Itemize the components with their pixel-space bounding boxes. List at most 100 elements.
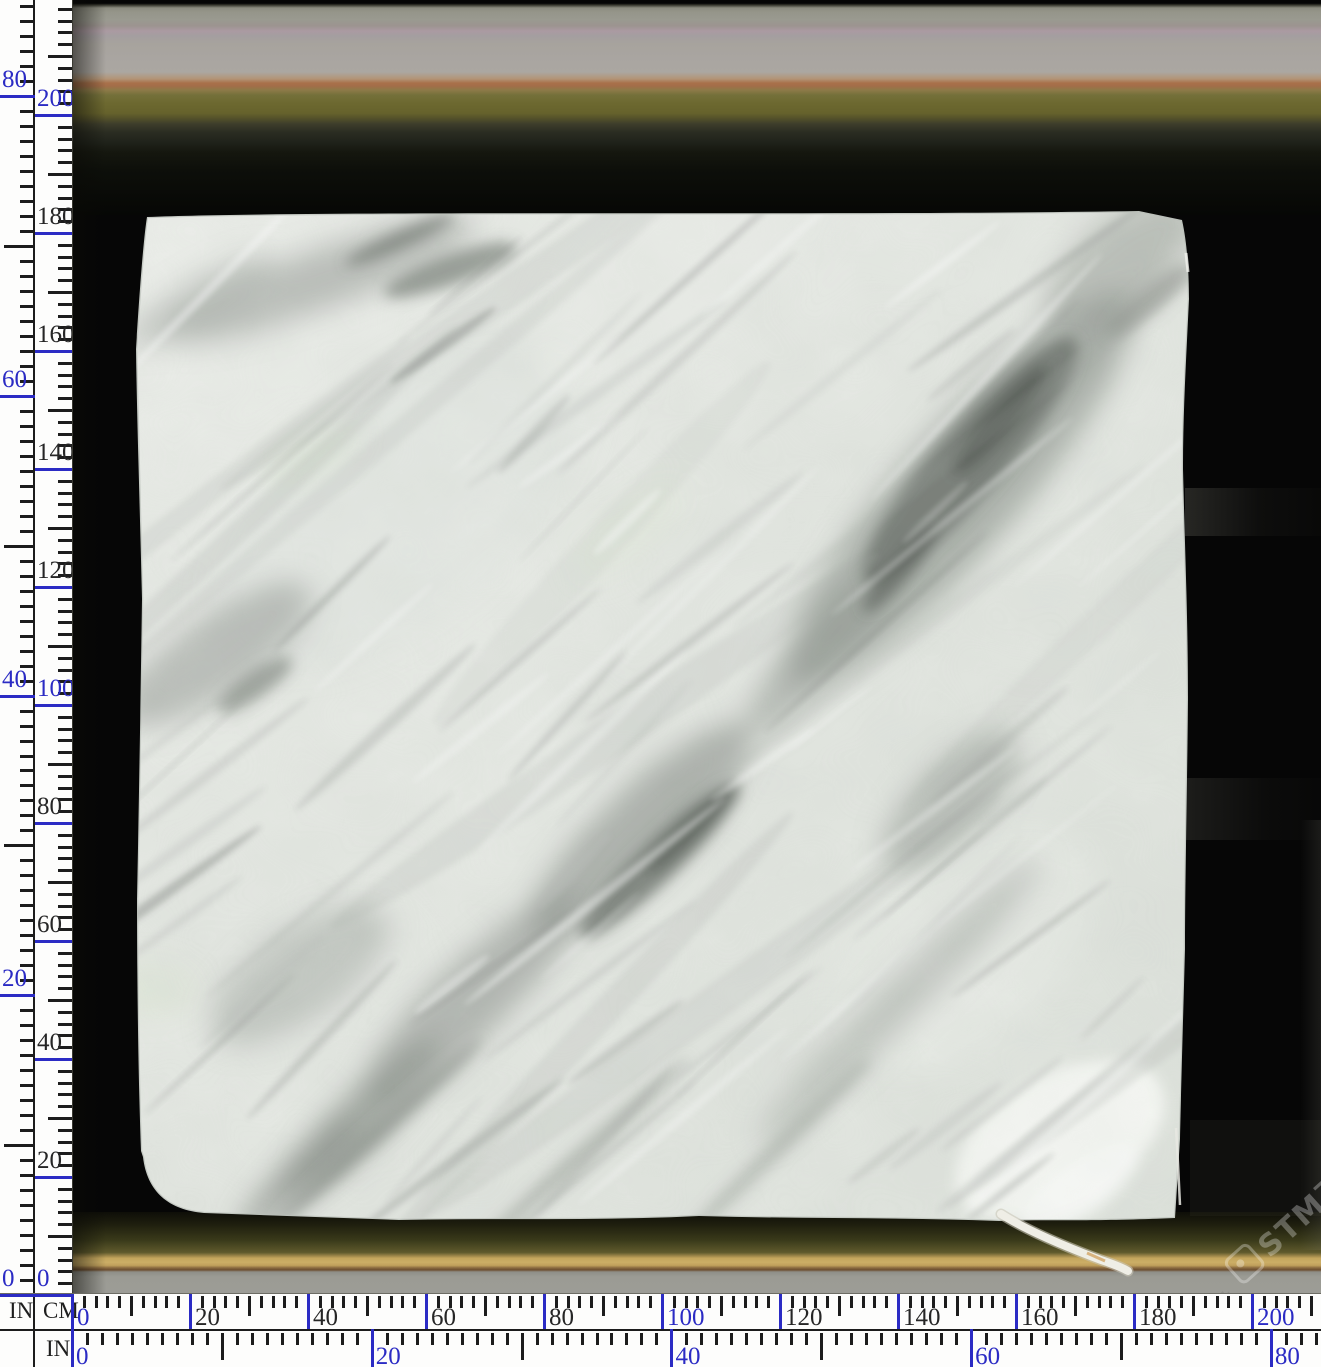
cm-tick-major xyxy=(48,645,72,648)
cm-tick xyxy=(58,315,72,318)
inch-tick xyxy=(625,1333,628,1345)
inch-tick xyxy=(506,1333,509,1345)
cm-tick xyxy=(58,256,72,259)
cm-tick xyxy=(1298,1296,1301,1308)
marble-texture xyxy=(129,202,1195,1282)
cm-label: 40 xyxy=(37,1030,62,1055)
cm-tick xyxy=(58,621,72,624)
inch-tick xyxy=(20,934,33,937)
inch-tick xyxy=(865,1333,868,1345)
cm-tick xyxy=(58,846,72,849)
cm-tick-major xyxy=(48,1117,72,1120)
inch-tick xyxy=(461,1333,464,1345)
cm-tick xyxy=(390,1296,393,1308)
cm-label: 200 xyxy=(1257,1305,1295,1330)
cm-tick-major xyxy=(48,173,72,176)
inch-tick xyxy=(416,1333,419,1345)
cm-tick xyxy=(649,1296,652,1308)
cm-tick xyxy=(58,362,72,365)
cm-tick xyxy=(944,1296,947,1308)
corner-divider xyxy=(33,1294,35,1367)
cm-tick xyxy=(1098,1296,1101,1308)
cm-tick xyxy=(58,610,72,613)
inch-tick xyxy=(551,1333,554,1345)
cm-tick xyxy=(58,1259,72,1262)
inch-tick xyxy=(431,1333,434,1345)
cm-tick-major xyxy=(1074,1296,1077,1316)
cm-tick xyxy=(58,244,72,247)
inch-tick xyxy=(20,1234,33,1237)
cm-tick xyxy=(58,126,72,129)
cm-tick xyxy=(58,1093,72,1096)
cm-tick xyxy=(58,503,72,506)
inch-label: 60 xyxy=(2,367,27,392)
cm-tick xyxy=(980,1296,983,1308)
cm-tick-major xyxy=(48,763,72,766)
inch-tick xyxy=(281,1333,284,1345)
inch-tick xyxy=(20,904,33,907)
cm-label: 160 xyxy=(1021,1305,1059,1330)
cm-label: 160 xyxy=(37,322,73,347)
inch-tick xyxy=(20,50,33,53)
inch-gridline xyxy=(0,994,35,997)
inch-tick xyxy=(161,1333,164,1345)
inch-tick xyxy=(20,919,33,922)
inch-tick xyxy=(596,1333,599,1345)
inch-tick-major xyxy=(4,1144,33,1147)
inch-tick xyxy=(790,1333,793,1345)
cm-gridline xyxy=(1015,1294,1018,1329)
cm-label: 180 xyxy=(37,204,73,229)
cm-tick xyxy=(58,598,72,601)
inch-tick-major xyxy=(4,245,33,248)
cm-gridline xyxy=(35,940,72,943)
cm-tick xyxy=(58,975,72,978)
inch-gridline xyxy=(970,1329,973,1367)
inch-tick xyxy=(835,1333,838,1345)
inch-tick xyxy=(131,1333,134,1345)
inch-tick xyxy=(1195,1333,1198,1345)
inch-tick xyxy=(955,1333,958,1345)
cm-tick xyxy=(767,1296,770,1308)
cm-label: 140 xyxy=(37,440,73,465)
inch-tick xyxy=(20,140,33,143)
inch-tick xyxy=(20,814,33,817)
cm-tick xyxy=(58,421,72,424)
cm-tick xyxy=(58,1082,72,1085)
cm-tick xyxy=(58,1105,72,1108)
inch-tick xyxy=(20,455,33,458)
cm-tick xyxy=(58,869,72,872)
cm-tick xyxy=(58,185,72,188)
inch-tick xyxy=(20,635,33,638)
cm-tick-major xyxy=(838,1296,841,1316)
inch-label: 40 xyxy=(675,1344,700,1367)
inch-tick xyxy=(1210,1333,1213,1345)
cm-gridline xyxy=(425,1294,428,1329)
cm-tick xyxy=(1204,1296,1207,1308)
inch-tick xyxy=(1255,1333,1258,1345)
cm-tick xyxy=(578,1296,581,1308)
cm-tick xyxy=(58,1211,72,1214)
inch-tick xyxy=(1090,1333,1093,1345)
inch-label: 0 xyxy=(2,1266,15,1291)
cm-tick-major xyxy=(248,1296,251,1316)
inch-tick xyxy=(1150,1333,1153,1345)
cm-tick-major xyxy=(720,1296,723,1316)
inch-tick xyxy=(640,1333,643,1345)
cm-tick xyxy=(177,1296,180,1308)
inch-tick-major xyxy=(4,844,33,847)
cm-tick xyxy=(58,857,72,860)
cm-tick xyxy=(460,1296,463,1308)
inch-tick xyxy=(20,440,33,443)
inch-tick xyxy=(20,20,33,23)
cm-tick xyxy=(58,716,72,719)
cm-tick xyxy=(58,43,72,46)
cm-tick xyxy=(1086,1296,1089,1308)
cm-tick xyxy=(873,1296,876,1308)
cm-tick xyxy=(862,1296,865,1308)
cm-tick xyxy=(58,728,72,731)
inch-tick xyxy=(20,1114,33,1117)
inch-label: 60 xyxy=(975,1344,1000,1367)
corner-zero-line xyxy=(0,1294,72,1297)
inch-tick xyxy=(1030,1333,1033,1345)
inch-tick xyxy=(20,425,33,428)
